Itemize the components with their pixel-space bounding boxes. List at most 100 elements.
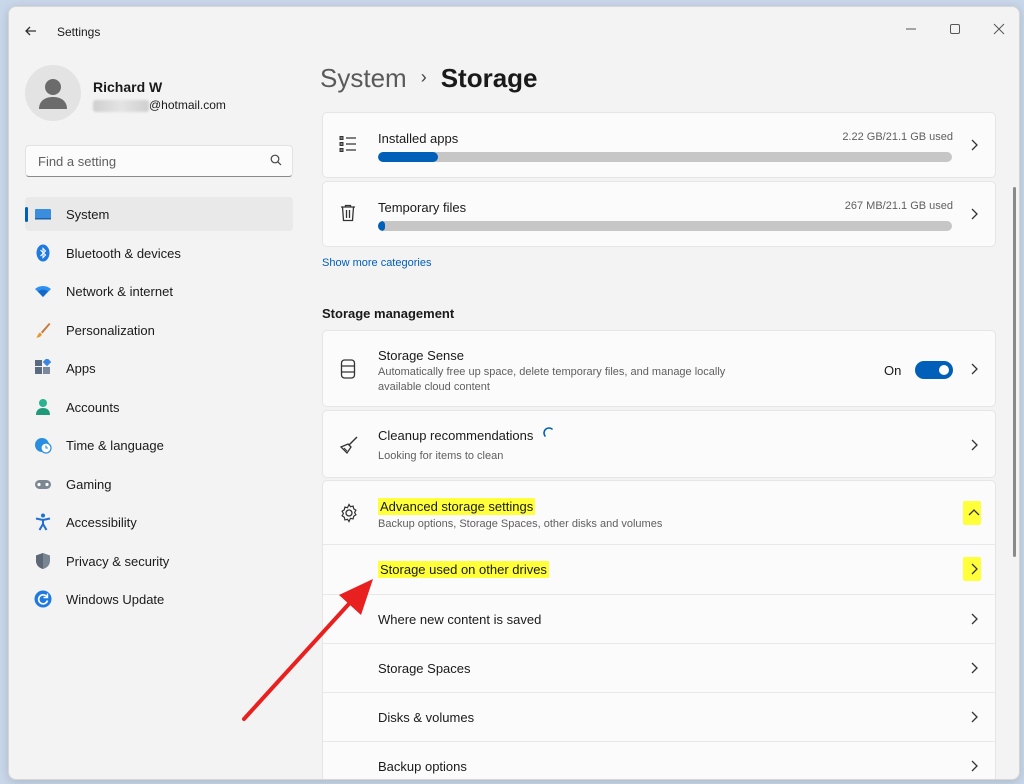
advanced-storage-title-text: Advanced storage settings [378, 498, 536, 515]
search-box[interactable] [25, 145, 293, 177]
chevron-right-icon [971, 613, 978, 625]
scrollbar[interactable] [1013, 187, 1016, 557]
temporary-files-bar [378, 221, 952, 231]
sidebar-item-accounts[interactable]: Accounts [25, 390, 293, 424]
sidebar-item-label: Bluetooth & devices [66, 245, 181, 261]
chevron-right-icon [971, 439, 978, 451]
sidebar-item-label: Windows Update [66, 592, 165, 607]
row-label-text: Storage used on other drives [378, 561, 549, 578]
wifi-icon [35, 286, 51, 297]
installed-apps-usage: 2.22 GB/21.1 GB used [842, 131, 953, 143]
maximize-button[interactable] [943, 17, 967, 41]
sidebar-item-label: Accessibility [66, 515, 137, 530]
installed-apps-bar-fill [378, 152, 439, 162]
advanced-storage-description: Backup options, Storage Spaces, other di… [378, 518, 663, 530]
sidebar-item-label: System [66, 207, 110, 222]
user-name: Richard W [93, 79, 163, 95]
search-icon [270, 154, 282, 166]
storage-sense-description: Automatically free up space, delete temp… [378, 366, 726, 393]
cleanup-recommendations-card[interactable]: Cleanup recommendations Looking for item… [322, 410, 996, 478]
sidebar-item-label: Apps [66, 361, 96, 376]
chevron-right-icon [971, 711, 978, 723]
breadcrumb: System › Storage [320, 63, 538, 94]
sidebar-item-personalization[interactable]: Personalization [25, 313, 293, 347]
storage-sense-card[interactable]: Storage Sense Automatically free up spac… [322, 330, 996, 407]
person-avatar-icon [39, 79, 67, 109]
sidebar-item-bluetooth[interactable]: Bluetooth & devices [25, 236, 293, 270]
list-icon [339, 136, 356, 152]
storage-spaces-row[interactable]: Storage Spaces [323, 643, 995, 693]
chevron-right-icon [971, 208, 978, 220]
user-email: @hotmail.com [93, 98, 226, 112]
email-redacted [93, 99, 149, 112]
gear-icon [341, 503, 357, 523]
chevron-right-icon [971, 363, 978, 375]
settings-window: Settings Richard W @hotmail.com Find a s… [8, 6, 1020, 780]
sidebar-item-accessibility[interactable]: Accessibility [25, 505, 293, 539]
sidebar-item-label: Time & language [66, 438, 164, 453]
shield-icon [36, 552, 50, 569]
temporary-files-bar-fill [378, 221, 386, 231]
disks-volumes-row[interactable]: Disks & volumes [323, 692, 995, 742]
broom-icon [339, 436, 358, 455]
advanced-storage-title: Advanced storage settings [378, 498, 536, 515]
advanced-storage-group: Advanced storage settings Backup options… [322, 480, 996, 779]
sidebar-item-label: Privacy & security [66, 553, 170, 569]
advanced-storage-settings-header[interactable]: Advanced storage settings Backup options… [323, 481, 995, 544]
sidebar-item-label: Gaming [66, 476, 112, 492]
storage-management-heading: Storage management [322, 306, 455, 321]
sidebar-item-apps[interactable]: Apps [25, 351, 293, 385]
trash-icon [341, 204, 355, 222]
row-label: Where new content is saved [378, 612, 542, 627]
show-more-categories-link[interactable]: Show more categories [322, 257, 431, 269]
brush-icon [36, 322, 51, 338]
chevron-right-icon [971, 662, 978, 674]
close-icon [993, 23, 1005, 35]
sidebar-nav: System Bluetooth & devices Network & int… [25, 197, 293, 621]
annotation-arrow-icon [242, 579, 373, 721]
accessibility-icon [35, 513, 51, 531]
sidebar-item-label: Personalization [66, 322, 155, 338]
chevron-right-icon [971, 760, 978, 772]
storage-drive-icon [340, 359, 356, 379]
sidebar-item-network[interactable]: Network & internet [25, 274, 293, 308]
installed-apps-bar [378, 152, 952, 162]
backup-options-row[interactable]: Backup options [323, 741, 995, 779]
minimize-button[interactable] [899, 17, 923, 41]
sidebar-item-system[interactable]: System [25, 197, 293, 231]
sidebar-item-privacy[interactable]: Privacy & security [25, 544, 293, 578]
system-icon [35, 209, 51, 220]
where-new-content-saved-row[interactable]: Where new content is saved [323, 594, 995, 644]
title-bar: Settings [9, 7, 1019, 55]
storage-used-on-other-drives-row[interactable]: Storage used on other drives [323, 544, 995, 595]
close-button[interactable] [987, 17, 1011, 41]
app-title: Settings [57, 25, 101, 39]
sidebar-item-time-language[interactable]: Time & language [25, 428, 293, 462]
search-input[interactable] [36, 146, 260, 176]
installed-apps-card[interactable]: Installed apps 2.22 GB/21.1 GB used [322, 112, 996, 178]
chevron-up-icon[interactable] [967, 506, 981, 520]
apps-icon [35, 359, 52, 374]
cleanup-title-text: Cleanup recommendations [378, 428, 534, 443]
storage-sense-title: Storage Sense [378, 348, 465, 363]
chevron-right-icon [971, 563, 978, 575]
loading-spinner-icon [543, 427, 553, 437]
person-icon [36, 398, 50, 415]
bluetooth-icon [36, 244, 50, 261]
breadcrumb-separator: › [420, 67, 427, 87]
email-domain: @hotmail.com [149, 98, 226, 112]
back-button[interactable] [21, 21, 41, 41]
chevron-right-icon [971, 139, 978, 151]
page-title: Storage [440, 63, 538, 93]
globe-clock-icon [35, 438, 52, 454]
cleanup-title: Cleanup recommendations [378, 427, 557, 443]
breadcrumb-parent[interactable]: System [320, 63, 407, 93]
temporary-files-card[interactable]: Temporary files 267 MB/21.1 GB used [322, 181, 996, 247]
minimize-icon [906, 28, 916, 30]
back-arrow-icon [25, 26, 36, 36]
gamepad-icon [35, 479, 51, 489]
row-label: Storage Spaces [378, 661, 471, 676]
avatar [25, 65, 81, 121]
storage-sense-toggle[interactable] [915, 361, 953, 379]
sidebar-item-gaming[interactable]: Gaming [25, 467, 293, 501]
